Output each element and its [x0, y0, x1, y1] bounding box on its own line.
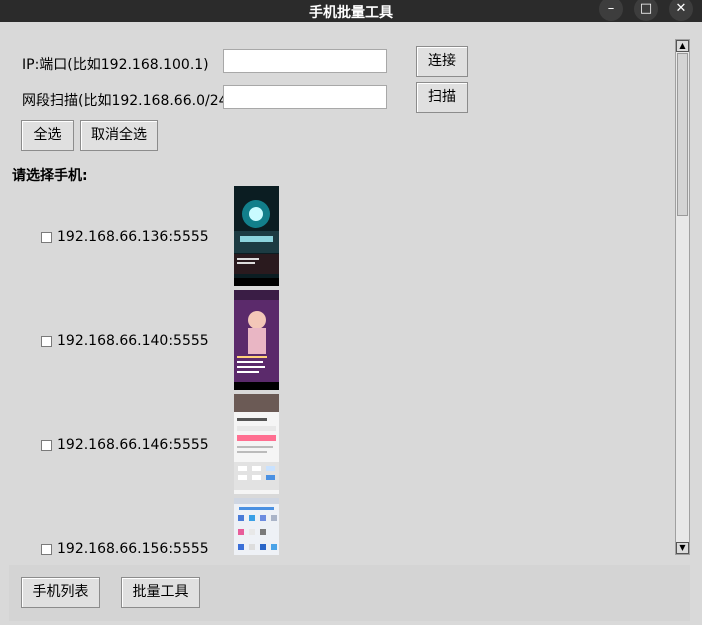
scroll-up-icon[interactable]: ▲	[676, 40, 689, 52]
deselect-all-button[interactable]: 取消全选	[80, 120, 158, 151]
device-screenshot	[234, 498, 279, 555]
device-screenshot	[234, 186, 279, 286]
ip-port-input[interactable]	[223, 49, 387, 73]
device-screenshot	[234, 290, 279, 390]
device-address: 192.168.66.136:5555	[57, 229, 209, 245]
title-bar: 手机批量工具 – □ ✕	[0, 0, 702, 22]
subnet-scan-label: 网段扫描(比如192.168.66.0/24)	[22, 93, 233, 109]
tab-batch-tools[interactable]: 批量工具	[121, 577, 200, 608]
window-title: 手机批量工具	[309, 5, 393, 21]
device-checkbox[interactable]	[41, 544, 52, 555]
device-checkbox[interactable]	[41, 232, 52, 243]
subnet-scan-input[interactable]	[223, 85, 387, 109]
device-address: 192.168.66.146:5555	[57, 437, 209, 453]
device-address: 192.168.66.140:5555	[57, 333, 209, 349]
select-all-button[interactable]: 全选	[21, 120, 74, 151]
scan-button[interactable]: 扫描	[416, 82, 468, 113]
tab-phone-list[interactable]: 手机列表	[21, 577, 100, 608]
vertical-scrollbar[interactable]: ▲ ▼	[675, 39, 690, 555]
device-checkbox[interactable]	[41, 336, 52, 347]
ip-port-label: IP:端口(比如192.168.100.1)	[22, 57, 209, 73]
scroll-down-icon[interactable]: ▼	[676, 542, 689, 554]
bottom-toolbar	[9, 565, 690, 621]
device-checkbox[interactable]	[41, 440, 52, 451]
connect-button[interactable]: 连接	[416, 46, 468, 77]
device-address: 192.168.66.156:5555	[57, 541, 209, 557]
device-screenshot	[234, 394, 279, 494]
device-list-heading: 请选择手机:	[12, 168, 88, 184]
scrollbar-thumb[interactable]	[677, 53, 688, 216]
